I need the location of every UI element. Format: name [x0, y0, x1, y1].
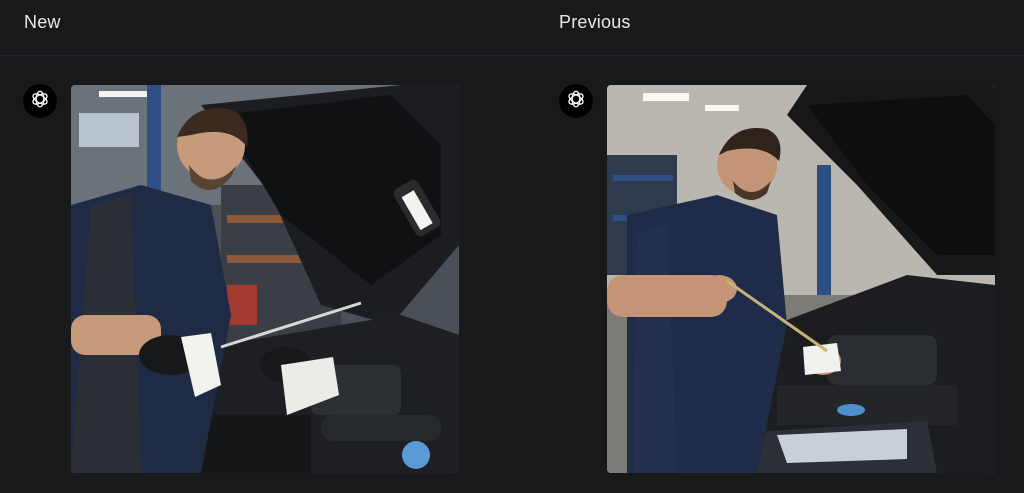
assistant-avatar [23, 84, 57, 118]
column-title-new: New [24, 12, 61, 32]
openai-logo-icon [565, 88, 587, 115]
comparison-view: New Previous [0, 0, 1024, 493]
generated-image-previous[interactable] [607, 85, 995, 473]
openai-logo-icon [29, 88, 51, 115]
column-title-previous: Previous [559, 12, 631, 32]
assistant-avatar [559, 84, 593, 118]
comparison-header: New Previous [0, 0, 1024, 56]
generated-image-new[interactable] [71, 85, 459, 473]
